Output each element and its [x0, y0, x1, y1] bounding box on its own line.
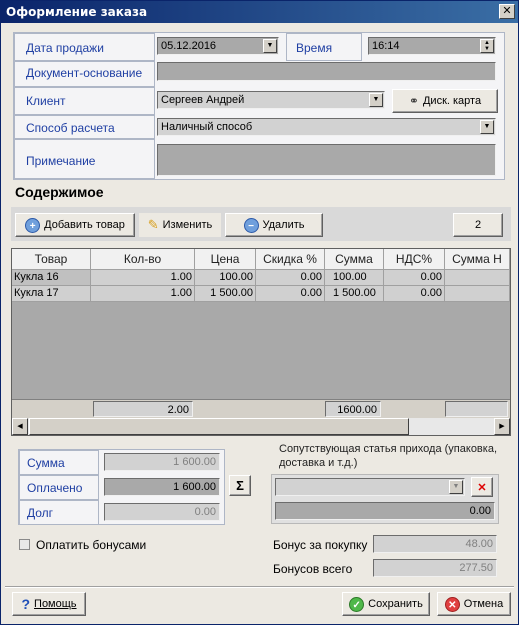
payment-label: Способ расчета — [26, 121, 115, 135]
cell-sum: 100.00 — [325, 270, 384, 286]
note-field[interactable] — [157, 144, 496, 176]
bonus-purchase-field: 48.00 — [373, 535, 497, 553]
footer-sum-total: 1600.00 — [325, 401, 381, 417]
item-count: 2 — [453, 213, 503, 237]
cell-vat: 0.00 — [384, 286, 445, 302]
col-header-vat[interactable]: НДС% — [384, 249, 445, 270]
sale-date-field[interactable]: 05.12.2016 ▼ — [157, 37, 279, 55]
sale-date-label: Дата продажи — [26, 41, 104, 55]
cancel-icon: ✕ — [444, 596, 460, 612]
cell-price: 100.00 — [195, 270, 256, 286]
scroll-thumb[interactable] — [29, 418, 409, 435]
horizontal-scrollbar[interactable]: ◀ ▶ — [12, 418, 510, 435]
sum-label: Сумма — [27, 456, 65, 470]
debt-label: Долг — [27, 506, 54, 520]
base-doc-field[interactable] — [157, 62, 496, 81]
related-label: Сопутствующая статья прихода (упаковка, … — [279, 443, 498, 469]
spin-icon[interactable]: ▲ ▼ — [480, 39, 494, 53]
col-header-sum-vat[interactable]: Сумма Н — [445, 249, 510, 270]
paid-label: Оплачено — [27, 481, 83, 495]
cell-product: Кукла 17 — [12, 286, 91, 302]
cell-sum: 1 500.00 — [325, 286, 384, 302]
header-form: Дата продажи 05.12.2016 ▼ Время 16:14 ▲ ▼… — [13, 32, 505, 180]
cell-qty: 1.00 — [91, 270, 195, 286]
plus-icon: + — [25, 217, 41, 233]
bonus-total-label: Бонусов всего — [273, 562, 353, 576]
delete-button[interactable]: − Удалить — [225, 213, 323, 237]
title-bar: Оформление заказа ✕ — [1, 1, 518, 23]
help-icon: ? — [21, 596, 31, 612]
cell-sum-vat — [445, 286, 510, 302]
sum-field: 1 600.00 — [104, 453, 220, 471]
bonus-purchase-label: Бонус за покупку — [273, 538, 368, 552]
check-icon: ✓ — [349, 596, 365, 612]
close-icon: ✕ — [477, 481, 487, 494]
cell-sum-vat — [445, 270, 510, 286]
col-header-product[interactable]: Товар — [12, 249, 91, 270]
chevron-down-icon[interactable]: ▼ — [449, 480, 463, 494]
add-product-button[interactable]: + Добавить товар — [15, 213, 135, 237]
table-footer: 2.00 1600.00 — [12, 399, 510, 418]
binoculars-icon: ⚭ — [408, 94, 419, 108]
products-table[interactable]: Товар Кол-во Цена Скидка % Сумма НДС% Су… — [11, 248, 511, 436]
note-label: Примечание — [26, 154, 96, 168]
edit-button[interactable]: ✎ Изменить — [139, 213, 221, 237]
cell-discount: 0.00 — [256, 286, 325, 302]
client-label: Клиент — [26, 94, 66, 108]
order-window: Оформление заказа ✕ Дата продажи 05.12.2… — [0, 0, 519, 625]
client-field[interactable]: Сергеев Андрей ▼ — [157, 91, 385, 109]
footer-divider — [5, 586, 514, 588]
disc-card-button[interactable]: ⚭ Диск. карта — [392, 89, 498, 113]
cell-price: 1 500.00 — [195, 286, 256, 302]
window-title: Оформление заказа — [6, 5, 148, 19]
cell-discount: 0.00 — [256, 270, 325, 286]
payment-field[interactable]: Наличный способ ▼ — [157, 118, 496, 136]
time-field[interactable]: 16:14 ▲ ▼ — [368, 37, 496, 55]
contents-title: Содержимое — [15, 184, 104, 200]
sigma-icon: Σ — [236, 478, 244, 493]
bonus-total-field: 277.50 — [373, 559, 497, 577]
pay-bonus-label: Оплатить бонусами — [36, 538, 147, 552]
chevron-down-icon[interactable]: ▼ — [369, 93, 383, 107]
scroll-left-arrow[interactable]: ◀ — [12, 418, 28, 435]
col-header-qty[interactable]: Кол-во — [91, 249, 195, 270]
sigma-button[interactable]: Σ — [229, 475, 251, 496]
cell-vat: 0.00 — [384, 270, 445, 286]
time-label: Время — [296, 41, 333, 55]
col-header-sum[interactable]: Сумма — [325, 249, 384, 270]
save-button[interactable]: ✓ Сохранить — [342, 592, 430, 616]
totals-box: Сумма 1 600.00 Оплачено 1 600.00 Долг 0.… — [18, 449, 225, 525]
related-amount-field[interactable]: 0.00 — [275, 502, 495, 520]
chevron-down-icon[interactable]: ▼ — [480, 120, 494, 134]
cell-product: Кукла 16 — [12, 270, 91, 286]
close-button[interactable]: ✕ — [499, 4, 515, 19]
scroll-right-arrow[interactable]: ▶ — [494, 418, 510, 435]
clear-button[interactable]: ✕ — [471, 477, 493, 497]
pencil-icon: ✎ — [147, 217, 159, 232]
footer-qty-total: 2.00 — [93, 401, 193, 417]
chevron-down-icon[interactable]: ▼ — [263, 39, 277, 53]
col-header-price[interactable]: Цена — [195, 249, 256, 270]
minus-icon: − — [243, 217, 259, 233]
pay-bonus-checkbox[interactable] — [19, 539, 30, 550]
col-header-discount[interactable]: Скидка % — [256, 249, 325, 270]
cancel-button[interactable]: ✕ Отмена — [437, 592, 511, 616]
base-doc-label: Документ-основание — [26, 66, 143, 80]
related-select[interactable]: ▼ — [275, 478, 465, 496]
help-button[interactable]: ? Помощь — [12, 592, 86, 616]
debt-field: 0.00 — [104, 503, 220, 521]
paid-field[interactable]: 1 600.00 — [104, 478, 220, 496]
cell-qty: 1.00 — [91, 286, 195, 302]
footer-empty — [445, 401, 508, 417]
